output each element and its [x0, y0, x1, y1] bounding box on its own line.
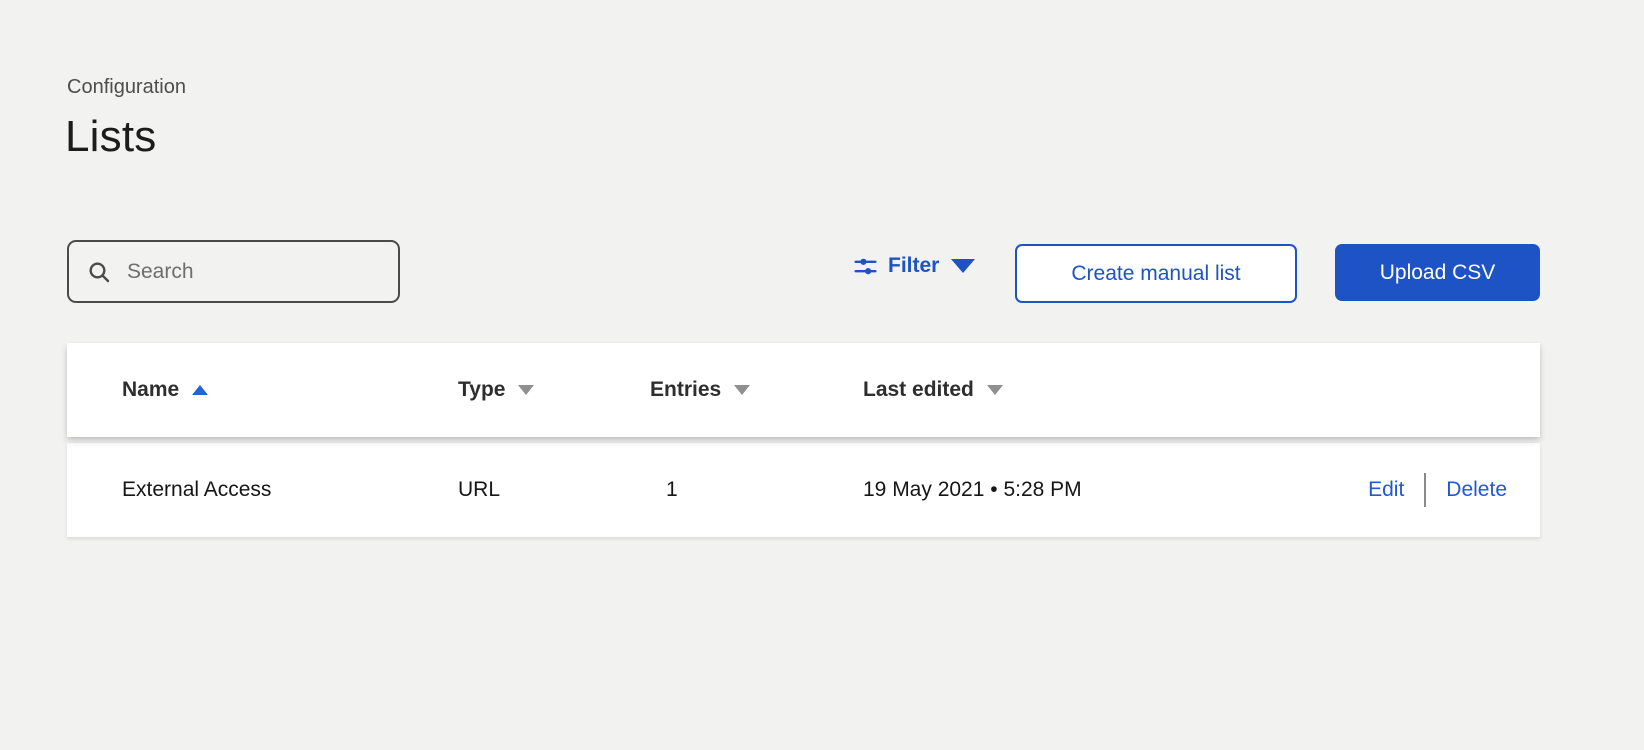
sort-descending-icon — [518, 385, 534, 395]
column-label-name: Name — [122, 378, 179, 402]
action-divider — [1424, 473, 1426, 507]
row-actions: Edit Delete — [1337, 473, 1507, 507]
column-header-entries[interactable]: Entries — [650, 378, 863, 402]
column-header-type[interactable]: Type — [458, 378, 650, 402]
page-title: Lists — [65, 112, 156, 162]
filter-button[interactable]: Filter — [853, 250, 975, 282]
column-label-type: Type — [458, 378, 505, 402]
filter-sliders-icon — [853, 254, 878, 279]
search-input-container[interactable] — [67, 240, 400, 303]
sort-ascending-icon — [192, 385, 208, 395]
column-label-entries: Entries — [650, 378, 721, 402]
column-header-name[interactable]: Name — [122, 378, 458, 402]
create-manual-list-button[interactable]: Create manual list — [1015, 244, 1297, 303]
cell-type: URL — [458, 478, 650, 502]
column-header-last-edited[interactable]: Last edited — [863, 378, 1337, 402]
edit-link[interactable]: Edit — [1368, 478, 1404, 502]
column-label-last-edited: Last edited — [863, 378, 974, 402]
sort-descending-icon — [987, 385, 1003, 395]
filter-label: Filter — [888, 254, 939, 278]
table-row: External Access URL 1 19 May 2021 • 5:28… — [67, 443, 1540, 537]
cell-name: External Access — [122, 478, 458, 502]
cell-entries: 1 — [650, 478, 863, 502]
search-icon — [87, 260, 111, 284]
upload-csv-button[interactable]: Upload CSV — [1335, 244, 1540, 301]
chevron-down-icon — [951, 259, 975, 273]
search-input[interactable] — [127, 260, 398, 284]
sort-descending-icon — [734, 385, 750, 395]
table-header: Name Type Entries Last edited — [67, 343, 1540, 437]
cell-last-edited: 19 May 2021 • 5:28 PM — [863, 478, 1337, 502]
breadcrumb: Configuration — [67, 76, 186, 99]
delete-link[interactable]: Delete — [1446, 478, 1507, 502]
